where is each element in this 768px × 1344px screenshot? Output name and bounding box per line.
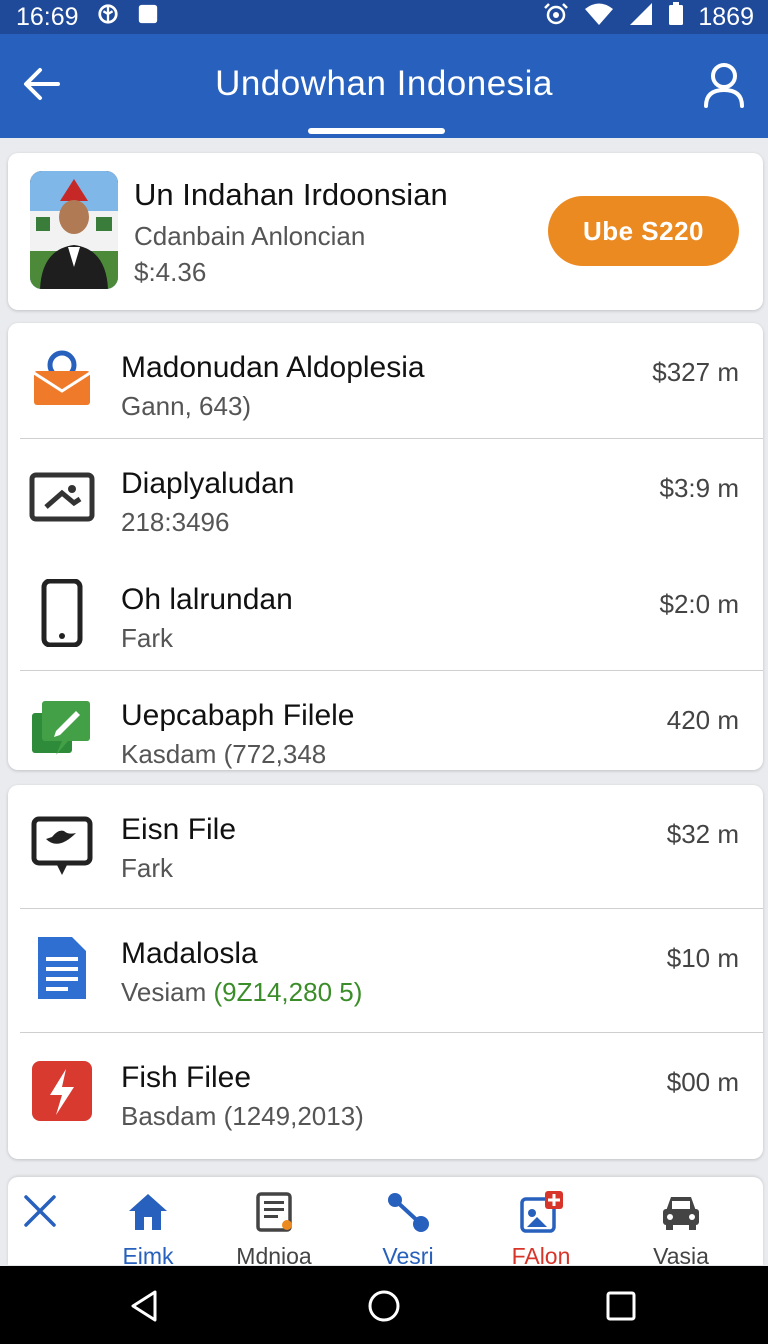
document-icon	[28, 933, 96, 1001]
featured-subtitle: Cdanbain Anloncian	[134, 221, 366, 251]
item-amount: $3:9 m	[659, 473, 740, 503]
wifi-icon	[584, 2, 614, 33]
add-photo-icon	[520, 1191, 563, 1233]
close-icon	[24, 1195, 56, 1227]
home-icon	[129, 1194, 167, 1230]
flash-icon	[28, 1057, 96, 1125]
file-list-card: Madonudan Aldoplesia Gann, 643) $327 m D…	[8, 323, 763, 770]
item-meta: Basdam (1249,2013)	[121, 1101, 364, 1131]
car-icon	[663, 1197, 699, 1230]
system-navigation	[0, 1266, 768, 1344]
list-item[interactable]: Diaplyaludan 218:3496 $3:9 m	[8, 439, 763, 555]
file-list-card: Eisn File Fark $32 m Madalosla Vesiam (9…	[8, 785, 763, 1159]
nav-share[interactable]: Vesri	[348, 1191, 468, 1265]
list-item[interactable]: Oh lalrundan Fark $2:0 m	[8, 555, 763, 671]
news-icon	[256, 1192, 292, 1232]
bottom-navigation: Eimk Mdnioa Vesri FAlon Vasia	[8, 1177, 763, 1265]
edit-icon	[28, 695, 96, 763]
item-title: Madonudan Aldoplesia	[121, 351, 425, 384]
item-amount: $00 m	[666, 1067, 739, 1097]
item-meta-prefix: Vesiam	[121, 977, 214, 1007]
featured-title: Un Indahan Irdoonsian	[134, 177, 448, 212]
item-title: Diaplyaludan	[121, 467, 295, 500]
item-title: Eisn File	[121, 813, 237, 846]
alarm-icon	[542, 2, 570, 33]
item-amount: $327 m	[652, 357, 739, 387]
mail-icon	[28, 347, 96, 415]
status-time: 16:69	[16, 2, 79, 31]
nav-add-photo[interactable]: FAlon	[481, 1191, 601, 1265]
nav-close[interactable]	[8, 1191, 100, 1231]
tab-indicator	[308, 128, 445, 134]
share-icon	[388, 1193, 429, 1232]
list-item[interactable]: Madonudan Aldoplesia Gann, 643) $327 m	[8, 323, 763, 439]
image-icon	[28, 463, 96, 531]
notification-icon	[137, 3, 159, 32]
system-home-icon[interactable]	[366, 1288, 402, 1324]
bird-icon	[28, 809, 96, 877]
nav-label: Eimk	[122, 1243, 174, 1265]
item-meta: Vesiam (9Z14,280 5)	[121, 977, 362, 1008]
item-meta: Kasdam (772,348	[121, 739, 327, 769]
nav-home[interactable]: Eimk	[88, 1191, 208, 1265]
list-item[interactable]: Madalosla Vesiam (9Z14,280 5) $10 m	[8, 909, 763, 1033]
item-amount: $32 m	[666, 819, 739, 849]
avatar	[30, 171, 118, 289]
account-icon[interactable]	[702, 62, 746, 108]
item-meta: Fark	[121, 853, 173, 883]
system-recents-icon[interactable]	[603, 1288, 639, 1324]
item-amount: 420 m	[666, 705, 739, 735]
nav-news[interactable]: Mdnioa	[214, 1191, 334, 1265]
item-title: Madalosla	[121, 937, 258, 970]
item-meta: 218:3496	[121, 507, 230, 537]
list-item[interactable]: Eisn File Fark $32 m	[8, 785, 763, 909]
nav-label: FAlon	[511, 1243, 571, 1265]
item-meta: Gann, 643)	[121, 391, 252, 421]
item-amount: $2:0 m	[659, 589, 740, 619]
phone-icon	[28, 578, 96, 648]
signal-icon	[628, 2, 654, 33]
list-item[interactable]: Uepcabaph Filele Kasdam (772,348 420 m	[8, 671, 763, 787]
list-item[interactable]: Fish Filee Basdam (1249,2013) $00 m	[8, 1033, 763, 1157]
app-bar: Undowhan Indonesia	[0, 34, 768, 138]
battery-icon	[668, 1, 684, 33]
battery-level: 1869	[698, 2, 754, 31]
status-bar: 16:69 1869	[0, 0, 768, 34]
item-title: Oh lalrundan	[121, 583, 293, 616]
featured-price: $:4.36	[134, 257, 207, 287]
page-title: Undowhan Indonesia	[215, 64, 553, 103]
item-title: Fish Filee	[121, 1061, 252, 1094]
buy-button[interactable]: Ube S220	[548, 196, 739, 266]
nav-label: Vasia	[653, 1243, 709, 1265]
nav-label: Mdnioa	[236, 1243, 312, 1265]
sync-icon	[97, 3, 119, 32]
item-meta: Fark	[121, 623, 173, 653]
system-back-icon[interactable]	[127, 1288, 163, 1324]
nav-car[interactable]: Vasia	[621, 1191, 741, 1265]
featured-card[interactable]: Un Indahan Irdoonsian Cdanbain Anloncian…	[8, 153, 763, 310]
nav-label: Vesri	[382, 1243, 434, 1265]
item-meta-highlight: (9Z14,280 5)	[213, 977, 363, 1007]
item-title: Uepcabaph Filele	[121, 699, 355, 732]
item-amount: $10 m	[666, 943, 739, 973]
